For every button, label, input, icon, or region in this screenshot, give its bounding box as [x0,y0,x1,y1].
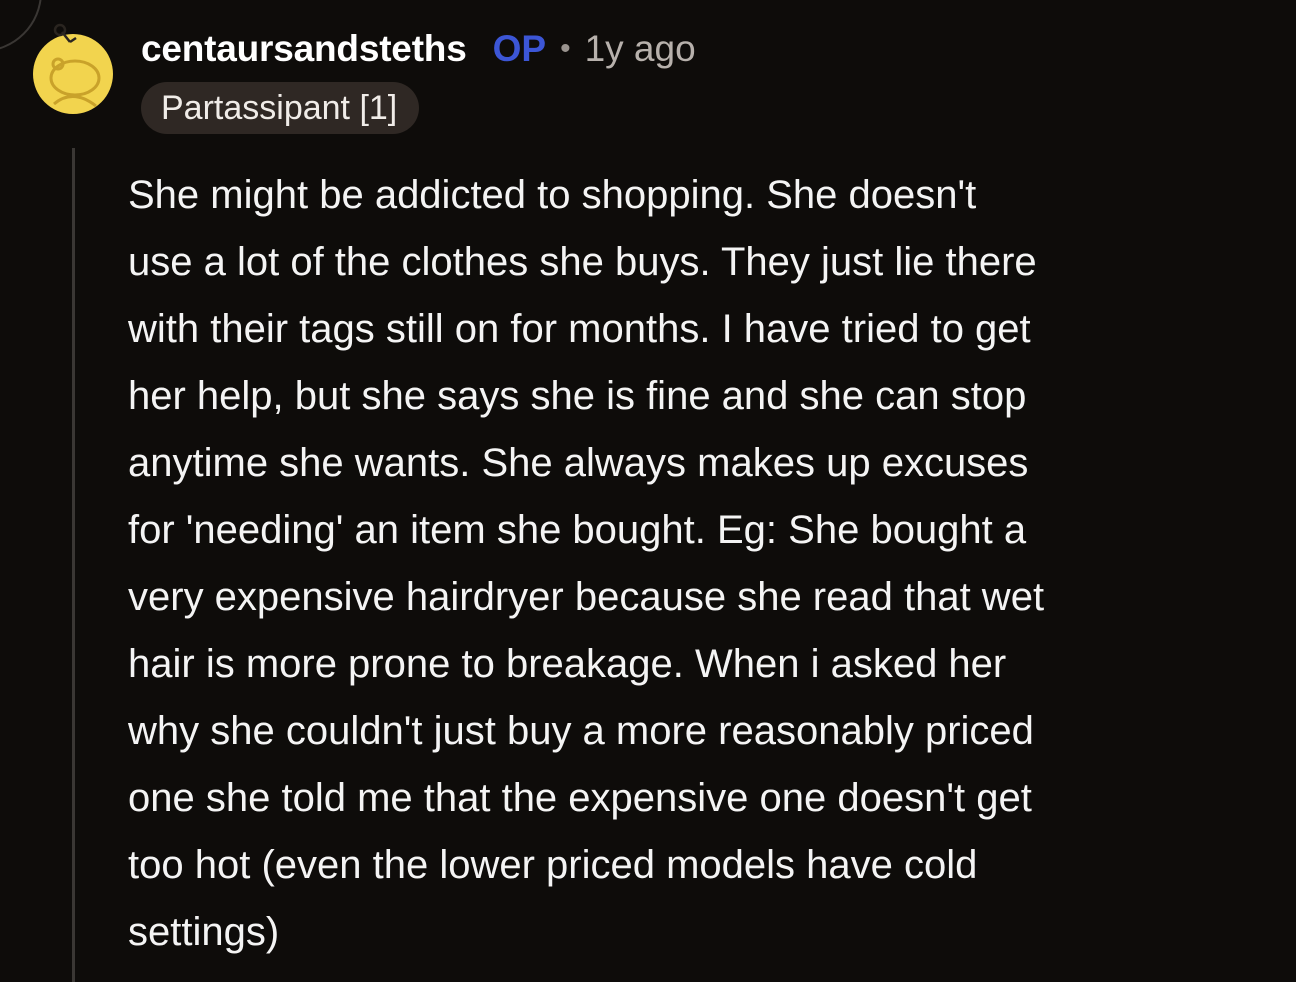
user-flair: Partassipant [1] [141,82,420,134]
comment-header: centaursandsteths OP • 1y ago [141,24,696,74]
comment-line: very expensive hairdryer because she rea… [128,575,1045,619]
comment-line: for 'needing' an item she bought. Eg: Sh… [128,508,1027,552]
avatar[interactable] [32,16,114,120]
comment-line: use a lot of the clothes she buys. They … [128,240,1037,284]
comment-line: settings) [128,910,280,954]
comment-line: why she couldn't just buy a more reasona… [128,709,1034,753]
comment-line: with their tags still on for months. I h… [128,307,1031,351]
comment-line: anytime she wants. She always makes up e… [128,441,1029,485]
comment-line: hair is more prone to breakage. When i a… [128,642,1007,686]
comment-line: too hot (even the lower priced models ha… [128,843,978,887]
comment-line: her help, but she says she is fine and s… [128,374,1027,418]
comment-line: She might be addicted to shopping. She d… [128,173,977,217]
timestamp[interactable]: 1y ago [585,28,696,70]
comment-body: She might be addicted to shopping. She d… [128,162,1278,966]
thread-line[interactable] [72,148,75,982]
separator-dot: • [560,32,571,65]
op-badge: OP [492,28,547,69]
username-link[interactable]: centaursandsteths [141,28,467,70]
comment-line: one she told me that the expensive one d… [128,776,1032,820]
snoo-avatar-icon [33,23,113,114]
